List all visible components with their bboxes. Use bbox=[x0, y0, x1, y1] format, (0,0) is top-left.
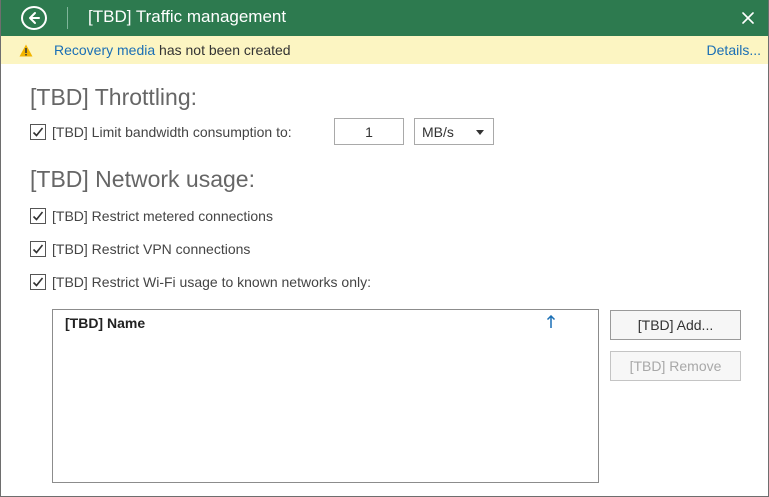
name-column-header[interactable]: [TBD] Name bbox=[65, 315, 145, 331]
checkmark-icon bbox=[32, 127, 44, 137]
back-button[interactable] bbox=[21, 6, 47, 30]
window-title: [TBD] Traffic management bbox=[88, 7, 287, 26]
notification-message: has not been created bbox=[155, 42, 291, 58]
close-icon bbox=[742, 12, 754, 24]
restrict-vpn-checkbox[interactable] bbox=[30, 241, 46, 257]
add-button[interactable]: [TBD] Add... bbox=[610, 310, 741, 340]
limit-bandwidth-checkbox[interactable] bbox=[30, 124, 46, 140]
recovery-media-link[interactable]: Recovery media bbox=[54, 42, 155, 58]
chevron-down-icon bbox=[476, 130, 484, 135]
traffic-management-window: [TBD] Traffic management Recovery media … bbox=[0, 0, 769, 497]
notification-text: Recovery media has not been created bbox=[54, 42, 291, 58]
checkmark-icon bbox=[32, 244, 44, 254]
checkmark-icon bbox=[32, 277, 44, 287]
details-link[interactable]: Details... bbox=[707, 42, 761, 58]
bandwidth-limit-input[interactable] bbox=[334, 118, 404, 145]
restrict-wifi-checkbox[interactable] bbox=[30, 274, 46, 290]
remove-button[interactable]: [TBD] Remove bbox=[610, 351, 741, 381]
close-button[interactable] bbox=[736, 6, 760, 30]
arrow-up-icon[interactable] bbox=[546, 315, 556, 329]
checkmark-icon bbox=[32, 211, 44, 221]
warning-icon bbox=[19, 44, 33, 57]
bandwidth-unit-select[interactable]: MB/s bbox=[414, 118, 494, 145]
throttling-heading: [TBD] Throttling: bbox=[30, 84, 198, 110]
restrict-wifi-label: [TBD] Restrict Wi-Fi usage to known netw… bbox=[52, 274, 371, 290]
notification-bar: Recovery media has not been created Deta… bbox=[1, 36, 768, 64]
restrict-metered-label: [TBD] Restrict metered connections bbox=[52, 208, 273, 224]
arrow-left-icon bbox=[29, 12, 40, 24]
limit-bandwidth-label: [TBD] Limit bandwidth consumption to: bbox=[52, 124, 292, 140]
known-networks-list[interactable]: [TBD] Name bbox=[52, 309, 599, 483]
bandwidth-unit-value: MB/s bbox=[422, 124, 454, 140]
title-bar: [TBD] Traffic management bbox=[1, 0, 768, 36]
network-usage-heading: [TBD] Network usage: bbox=[30, 166, 255, 192]
restrict-metered-checkbox[interactable] bbox=[30, 208, 46, 224]
title-separator bbox=[67, 7, 68, 29]
restrict-vpn-label: [TBD] Restrict VPN connections bbox=[52, 241, 251, 257]
